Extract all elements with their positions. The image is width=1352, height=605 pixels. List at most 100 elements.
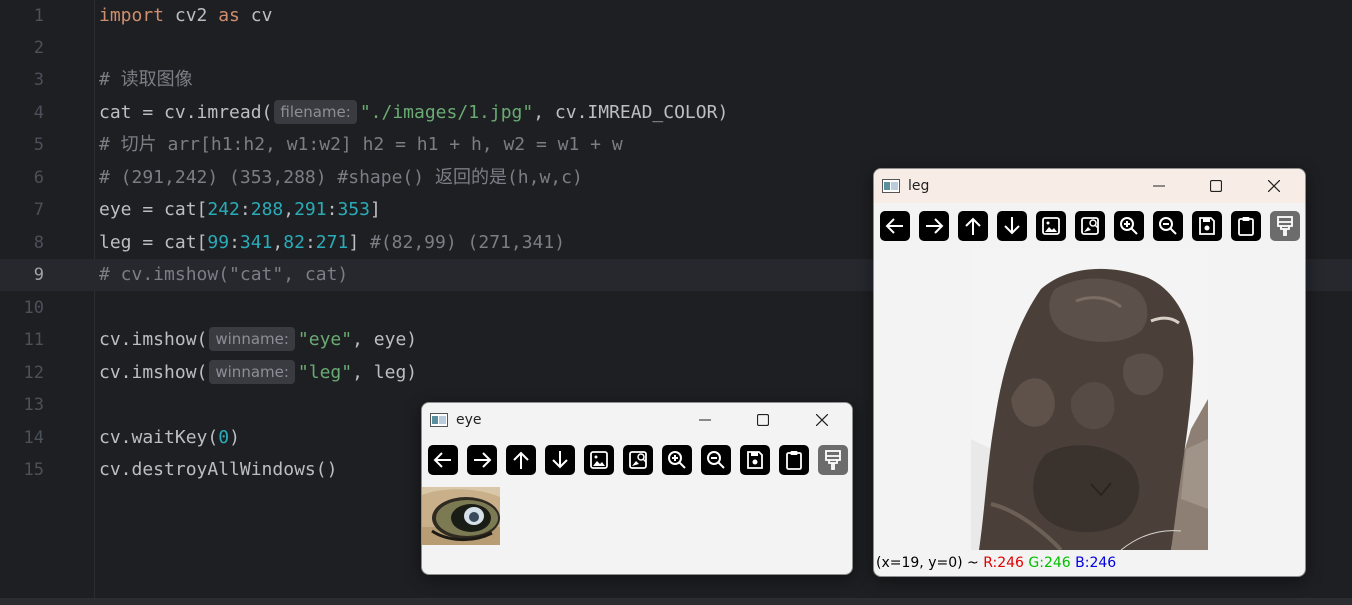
code-token: , cv.IMREAD_COLOR) bbox=[533, 102, 729, 123]
close-icon bbox=[816, 414, 828, 426]
minimize-button[interactable] bbox=[682, 403, 728, 437]
code-token: : bbox=[239, 199, 251, 220]
zoom-fit-button[interactable] bbox=[623, 445, 653, 475]
pan-left-button[interactable] bbox=[428, 445, 458, 475]
number-literal: 0 bbox=[218, 427, 230, 448]
save-icon bbox=[1199, 217, 1215, 235]
comment[interactable]: # cv.imshow("cat", cat) bbox=[99, 259, 348, 291]
pan-down-button[interactable] bbox=[545, 445, 575, 475]
line-number: 11 bbox=[23, 330, 44, 350]
zoom-out-icon bbox=[1159, 217, 1177, 235]
number-literal: 242 bbox=[207, 199, 240, 220]
zoom-in-button[interactable] bbox=[1114, 211, 1144, 241]
zoom-fit-button[interactable] bbox=[1075, 211, 1105, 241]
title-bar[interactable]: eye bbox=[422, 403, 852, 437]
arrow-right-icon bbox=[926, 218, 944, 234]
code-line-2[interactable]: 2 bbox=[0, 32, 1352, 64]
arrow-down-icon bbox=[552, 451, 568, 469]
copy-button[interactable] bbox=[1231, 211, 1261, 241]
comment: #(82,99) (271,341) bbox=[370, 232, 566, 253]
copy-button[interactable] bbox=[779, 445, 809, 475]
code-line-3[interactable]: 3 # 读取图像 bbox=[0, 64, 1352, 96]
save-icon bbox=[747, 451, 763, 469]
number-literal: 341 bbox=[239, 232, 273, 253]
image-icon bbox=[590, 451, 608, 469]
eye-image-window[interactable]: eye bbox=[421, 402, 853, 575]
leg-image-window[interactable]: leg (x=19, y=0) ~ R:246 G:246 B:246 bbox=[873, 168, 1306, 577]
code-text[interactable]: cv.waitKey(0) bbox=[99, 422, 240, 454]
close-button[interactable] bbox=[1251, 169, 1297, 203]
number-literal: 271 bbox=[315, 232, 349, 253]
arrow-down-icon bbox=[1004, 217, 1020, 235]
code-text[interactable]: cv.imshow(winname: "leg", leg) bbox=[99, 357, 417, 389]
title-bar[interactable]: leg bbox=[874, 169, 1305, 203]
leg-image[interactable] bbox=[971, 249, 1208, 550]
minimize-icon bbox=[699, 419, 711, 421]
close-button[interactable] bbox=[799, 403, 845, 437]
app-window-icon bbox=[882, 179, 900, 193]
code-token: cv2 bbox=[164, 5, 219, 26]
eye-image[interactable] bbox=[422, 487, 500, 545]
number-literal: 99 bbox=[207, 232, 230, 253]
code-text[interactable]: cv.destroyAllWindows() bbox=[99, 454, 337, 486]
zoom-in-icon bbox=[1120, 217, 1138, 235]
paintbrush-icon bbox=[1277, 216, 1293, 236]
line-number: 6 bbox=[33, 168, 44, 188]
minimize-icon bbox=[1153, 185, 1165, 187]
code-text[interactable]: cv.imshow(winname: "eye", eye) bbox=[99, 324, 417, 356]
image-zoom-icon bbox=[629, 451, 647, 469]
comment[interactable]: # (291,242) (353,288) #shape() 返回的是(h,w,… bbox=[99, 162, 583, 194]
line-number: 12 bbox=[23, 363, 44, 383]
save-button[interactable] bbox=[740, 445, 770, 475]
pan-up-button[interactable] bbox=[506, 445, 536, 475]
code-token: : bbox=[304, 232, 316, 253]
zoom-out-button[interactable] bbox=[1153, 211, 1183, 241]
code-line-1[interactable]: 1 import cv2 as cv bbox=[0, 0, 1352, 32]
blue-value: B:246 bbox=[1075, 555, 1117, 571]
minimize-button[interactable] bbox=[1136, 169, 1182, 203]
close-icon bbox=[1268, 180, 1280, 192]
green-value: G:246 bbox=[1028, 555, 1071, 571]
code-token: , leg) bbox=[352, 362, 418, 383]
maximize-icon bbox=[757, 414, 769, 426]
pan-left-button[interactable] bbox=[880, 211, 910, 241]
properties-button[interactable] bbox=[818, 445, 848, 475]
arrow-up-icon bbox=[965, 217, 981, 235]
paintbrush-icon bbox=[825, 450, 841, 470]
arrow-up-icon bbox=[513, 451, 529, 469]
maximize-button[interactable] bbox=[1193, 169, 1239, 203]
pan-right-button[interactable] bbox=[919, 211, 949, 241]
string-literal: "leg" bbox=[297, 362, 353, 383]
code-token: cv.waitKey( bbox=[99, 427, 219, 448]
pan-up-button[interactable] bbox=[958, 211, 988, 241]
zoom-original-button[interactable] bbox=[584, 445, 614, 475]
maximize-button[interactable] bbox=[740, 403, 786, 437]
editor-bottom-bar bbox=[0, 598, 1352, 605]
clipboard-icon bbox=[1238, 217, 1254, 236]
window-title: leg bbox=[908, 178, 930, 194]
pan-down-button[interactable] bbox=[997, 211, 1027, 241]
code-text[interactable]: import cv2 as cv bbox=[99, 0, 272, 32]
code-text[interactable]: leg = cat[99:341,82:271] #(82,99) (271,3… bbox=[99, 227, 565, 259]
pan-right-button[interactable] bbox=[467, 445, 497, 475]
zoom-original-button[interactable] bbox=[1036, 211, 1066, 241]
code-text[interactable]: cat = cv.imread(filename: "./images/1.jpg… bbox=[99, 97, 728, 129]
zoom-in-button[interactable] bbox=[662, 445, 692, 475]
code-line-4[interactable]: 4 cat = cv.imread(filename: "./images/1.j… bbox=[0, 97, 1352, 129]
code-token: cv.imshow( bbox=[99, 329, 208, 350]
properties-button[interactable] bbox=[1270, 211, 1300, 241]
zoom-out-button[interactable] bbox=[701, 445, 731, 475]
line-number: 14 bbox=[23, 428, 44, 448]
status-bar: (x=19, y=0) ~ R:246 G:246 B:246 bbox=[876, 555, 1116, 571]
line-number: 10 bbox=[23, 298, 44, 318]
code-text[interactable]: eye = cat[242:288,291:353] bbox=[99, 194, 381, 226]
keyword: as bbox=[218, 5, 240, 26]
code-line-5[interactable]: 5 # 切片 arr[h1:h2, w1:w2] h2 = h1 + h, w2… bbox=[0, 129, 1352, 161]
parameter-hint: winname: bbox=[209, 327, 295, 351]
comment[interactable]: # 切片 arr[h1:h2, w1:w2] h2 = h1 + h, w2 =… bbox=[99, 129, 623, 161]
comment[interactable]: # 读取图像 bbox=[99, 64, 193, 96]
code-token: , eye) bbox=[352, 329, 418, 350]
keyword: import bbox=[99, 5, 165, 26]
save-button[interactable] bbox=[1192, 211, 1222, 241]
clipboard-icon bbox=[786, 451, 802, 470]
